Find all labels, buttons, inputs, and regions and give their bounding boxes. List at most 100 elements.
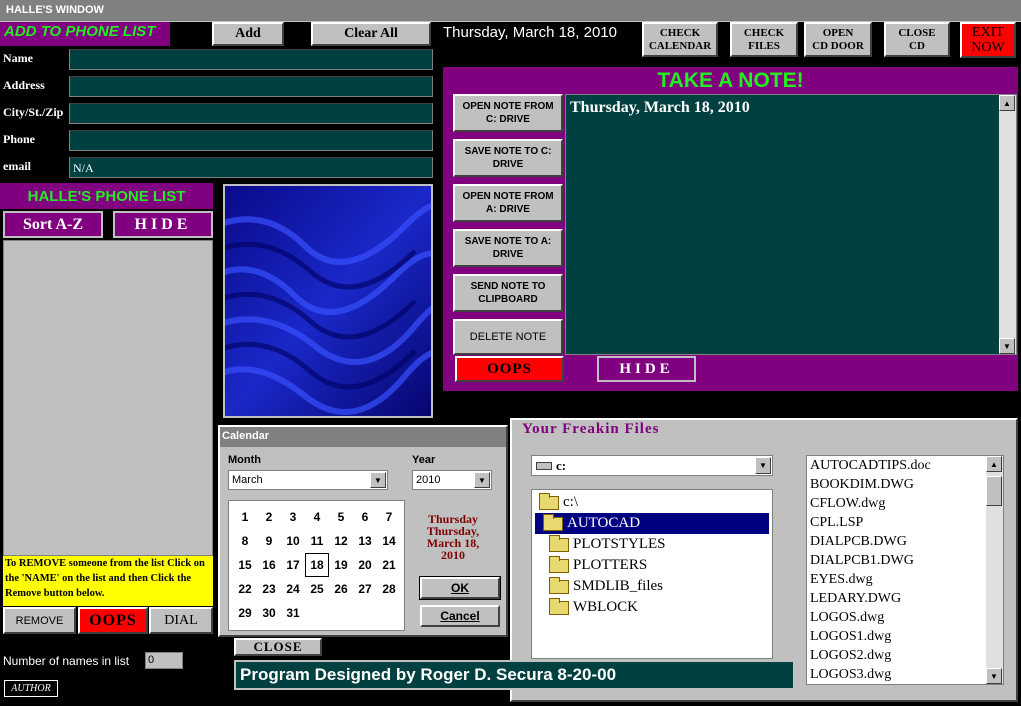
file-list-item[interactable]: CPL.LSP [807, 513, 1003, 532]
file-list-item[interactable]: EYES.dwg [807, 570, 1003, 589]
author-button[interactable]: AUTHOR [4, 680, 58, 697]
calendar-day[interactable]: 9 [257, 529, 281, 553]
year-value: 2010 [416, 474, 441, 486]
file-scroll-thumb[interactable] [986, 476, 1002, 506]
phone-field[interactable] [69, 130, 433, 151]
file-list-item[interactable]: BOOKDIM.DWG [807, 475, 1003, 494]
open-note-a-button[interactable]: OPEN NOTE FROM A: DRIVE [453, 184, 563, 222]
delete-note-button[interactable]: DELETE NOTE [453, 319, 563, 355]
save-note-c-button[interactable]: SAVE NOTE TO C: DRIVE [453, 139, 563, 177]
file-list-item[interactable]: CFLOW.dwg [807, 494, 1003, 513]
email-field[interactable]: N/A [69, 157, 433, 178]
note-oops-button[interactable]: OOPS [455, 356, 564, 382]
file-scroll-down-icon[interactable]: ▼ [986, 668, 1002, 684]
calendar-day[interactable]: 7 [377, 505, 401, 529]
folder-smdlib[interactable]: SMDLIB_files [535, 576, 769, 597]
calendar-day[interactable]: 30 [257, 601, 281, 625]
year-select[interactable]: 2010 ▼ [412, 470, 492, 490]
file-list-item[interactable]: DIALPCB.DWG [807, 532, 1003, 551]
calendar-day[interactable]: 2 [257, 505, 281, 529]
calendar-day[interactable]: 12 [329, 529, 353, 553]
exit-label-2: NOW [971, 40, 1005, 55]
phone-list-hide-button[interactable]: HIDE [113, 211, 213, 238]
file-list-item[interactable]: LOGOS3.dwg [807, 665, 1003, 684]
close-cd-button[interactable]: CLOSE CD [884, 22, 950, 57]
calendar-day[interactable]: 3 [281, 505, 305, 529]
file-scroll-up-icon[interactable]: ▲ [986, 456, 1002, 472]
month-select[interactable]: March ▼ [228, 470, 388, 490]
name-field[interactable] [69, 49, 433, 70]
file-list-scrollbar[interactable]: ▲ ▼ [986, 456, 1003, 684]
calendar-day[interactable]: 18 [305, 553, 329, 577]
save-note-a-button[interactable]: SAVE NOTE TO A: DRIVE [453, 229, 563, 267]
clear-all-button[interactable]: Clear All [311, 22, 431, 46]
calendar-day[interactable]: 17 [281, 553, 305, 577]
note-scroll-down-icon[interactable]: ▼ [999, 338, 1015, 354]
calendar-day[interactable]: 28 [377, 577, 401, 601]
open-cd-door-button[interactable]: OPEN CD DOOR [804, 22, 872, 57]
dial-button[interactable]: DIAL [149, 607, 213, 634]
send-clipboard-button[interactable]: SEND NOTE TO CLIPBOARD [453, 274, 563, 312]
calendar-day[interactable]: 31 [281, 601, 305, 625]
file-list-item[interactable]: AUTOCADTIPS.doc [807, 456, 1003, 475]
calendar-day[interactable]: 16 [257, 553, 281, 577]
calendar-day[interactable]: 14 [377, 529, 401, 553]
calendar-day[interactable]: 4 [305, 505, 329, 529]
calendar-day[interactable]: 1 [233, 505, 257, 529]
calendar-day[interactable]: 25 [305, 577, 329, 601]
address-label: Address [3, 78, 45, 92]
phone-list-box[interactable] [3, 240, 213, 556]
calendar-close-button[interactable]: CLOSE [234, 638, 322, 656]
clear-all-label: Clear All [344, 26, 398, 41]
city-field[interactable] [69, 103, 433, 124]
check-files-button[interactable]: CHECK FILES [730, 22, 798, 57]
exit-now-button[interactable]: EXIT NOW [960, 22, 1016, 58]
calendar-day[interactable]: 11 [305, 529, 329, 553]
calendar-day[interactable]: 27 [353, 577, 377, 601]
calendar-day[interactable]: 23 [257, 577, 281, 601]
calendar-day[interactable]: 20 [353, 553, 377, 577]
calendar-day[interactable]: 10 [281, 529, 305, 553]
calendar-day[interactable]: 13 [353, 529, 377, 553]
folder-plotstyles[interactable]: PLOTSTYLES [535, 534, 769, 555]
year-dropdown-icon[interactable]: ▼ [474, 472, 490, 488]
open-note-c-button[interactable]: OPEN NOTE FROM C: DRIVE [453, 94, 563, 132]
drive-select[interactable]: c: ▼ [531, 455, 773, 476]
remove-button[interactable]: REMOVE [3, 607, 76, 634]
calendar-day[interactable]: 6 [353, 505, 377, 529]
drive-dropdown-icon[interactable]: ▼ [755, 457, 771, 474]
file-list-item[interactable]: LOGOS2.dwg [807, 646, 1003, 665]
phone-oops-button[interactable]: OOPS [78, 607, 148, 634]
calendar-ok-button[interactable]: OK [419, 576, 501, 600]
note-oops-label: OOPS [487, 360, 532, 377]
add-button[interactable]: Add [212, 22, 284, 46]
folder-root[interactable]: c:\ [535, 492, 769, 513]
folder-autocad[interactable]: AUTOCAD [535, 513, 769, 534]
calendar-day[interactable]: 5 [329, 505, 353, 529]
check-calendar-button[interactable]: CHECK CALENDAR [642, 22, 718, 57]
calendar-cancel-button[interactable]: Cancel [420, 605, 500, 627]
file-list-item[interactable]: LOGOS1.dwg [807, 627, 1003, 646]
note-scrollbar[interactable]: ▲ ▼ [999, 95, 1016, 354]
note-textarea[interactable]: Thursday, March 18, 2010 [565, 94, 1017, 355]
calendar-day[interactable]: 22 [233, 577, 257, 601]
folder-plotters[interactable]: PLOTTERS [535, 555, 769, 576]
folder-wblock[interactable]: WBLOCK [535, 597, 769, 618]
calendar-day[interactable]: 29 [233, 601, 257, 625]
calendar-day[interactable]: 8 [233, 529, 257, 553]
file-list[interactable]: AUTOCADTIPS.doc BOOKDIM.DWG CFLOW.dwg CPL.L… [806, 455, 1004, 685]
sort-az-button[interactable]: Sort A-Z [3, 211, 103, 238]
calendar-day[interactable]: 19 [329, 553, 353, 577]
month-dropdown-icon[interactable]: ▼ [370, 472, 386, 488]
file-list-item[interactable]: DIALPCB1.DWG [807, 551, 1003, 570]
file-list-item[interactable]: LOGOS.dwg [807, 608, 1003, 627]
calendar-day[interactable]: 24 [281, 577, 305, 601]
note-scroll-up-icon[interactable]: ▲ [999, 95, 1015, 111]
file-list-item[interactable]: LEDARY.DWG [807, 589, 1003, 608]
folder-tree[interactable]: c:\ AUTOCAD PLOTSTYLES PLOTTERS SMDLIB_f… [531, 489, 773, 659]
note-hide-button[interactable]: HIDE [597, 356, 696, 382]
calendar-day[interactable]: 21 [377, 553, 401, 577]
address-field[interactable] [69, 76, 433, 97]
calendar-day[interactable]: 26 [329, 577, 353, 601]
calendar-day[interactable]: 15 [233, 553, 257, 577]
